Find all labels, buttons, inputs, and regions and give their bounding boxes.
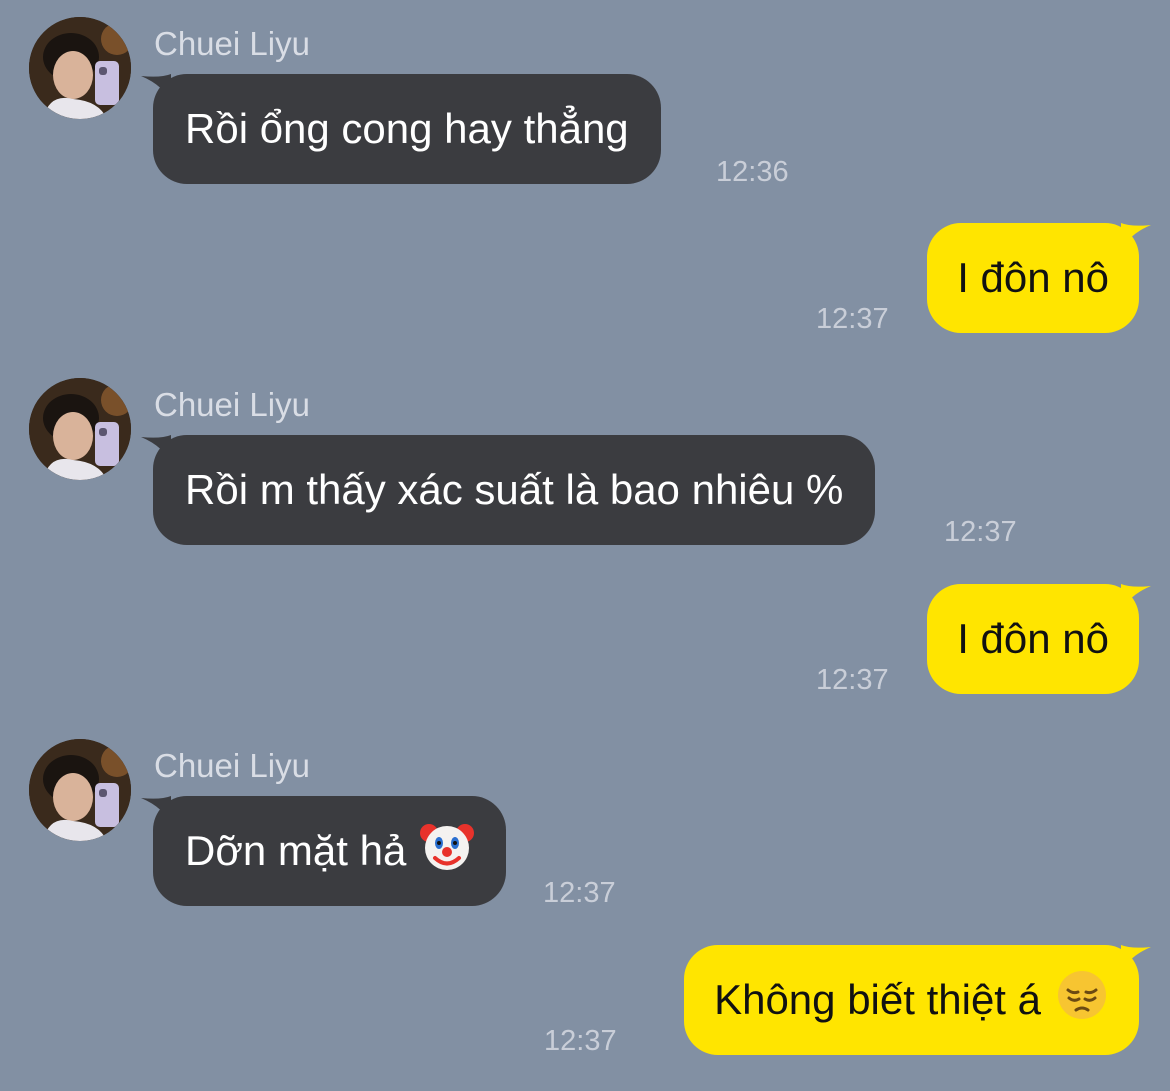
message-bubble-outgoing[interactable]: I đôn nô (927, 223, 1151, 333)
sender-name: Chuei Liyu (154, 25, 310, 62)
message-time: 12:37 (816, 303, 889, 335)
message-bubble-incoming[interactable]: Rồi m thấy xác suất là bao nhiêu % (141, 435, 876, 545)
message-time: 12:36 (716, 156, 789, 188)
message-bubble-outgoing[interactable]: Không biết thiệt á (684, 945, 1151, 1055)
message-bubble-outgoing[interactable]: I đôn nô (927, 584, 1151, 694)
message-text: Không biết thiệt á (714, 976, 1041, 1023)
message-text: Dỡn mặt hả (185, 827, 407, 874)
message-bubble-incoming[interactable]: Dỡn mặt hả (141, 796, 507, 906)
message-time: 12:37 (816, 664, 889, 696)
message-text: I đôn nô (957, 254, 1109, 301)
message-text: Rồi ổng cong hay thẳng (185, 105, 629, 152)
sender-avatar[interactable] (29, 17, 131, 119)
message-text: Rồi m thấy xác suất là bao nhiêu % (185, 466, 844, 513)
message-bubble-incoming[interactable]: Rồi ổng cong hay thẳng (141, 74, 661, 184)
message-time: 12:37 (543, 877, 616, 909)
message-time: 12:37 (544, 1025, 617, 1057)
sender-avatar[interactable] (29, 378, 131, 480)
sender-name: Chuei Liyu (154, 747, 310, 784)
message-time: 12:37 (944, 516, 1017, 548)
clown-face-icon (420, 819, 475, 883)
sender-avatar[interactable] (29, 739, 131, 841)
sender-name: Chuei Liyu (154, 386, 310, 423)
message-text: I đôn nô (957, 615, 1109, 662)
pensive-face-icon (1055, 968, 1109, 1032)
